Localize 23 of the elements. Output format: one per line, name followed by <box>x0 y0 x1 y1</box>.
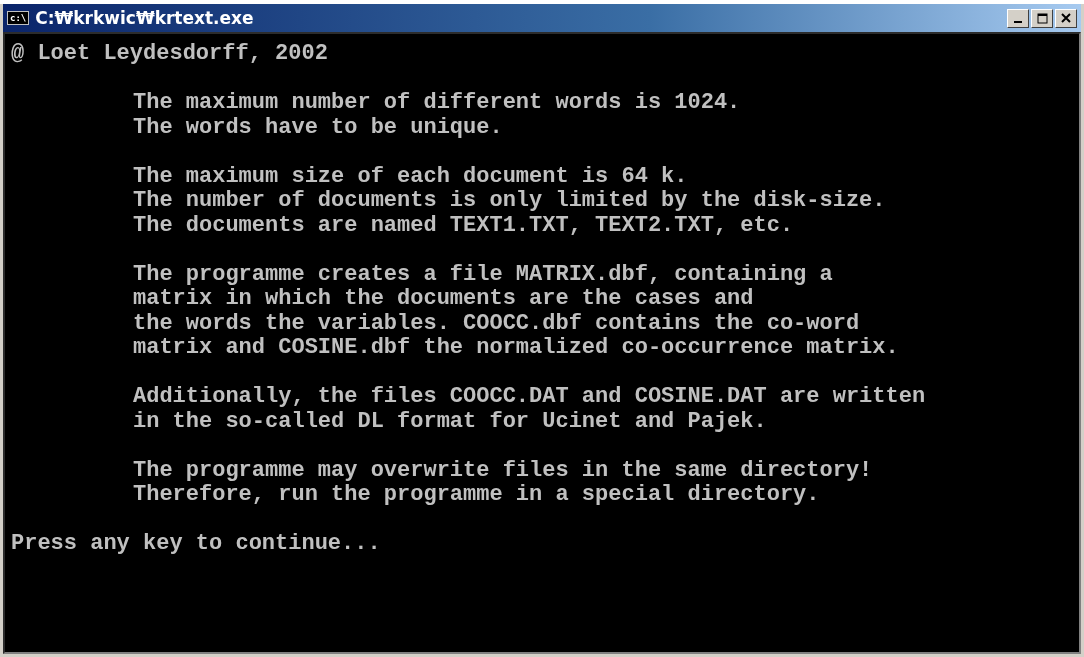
console-line: The words have to be unique. <box>133 115 503 140</box>
minimize-button[interactable] <box>1007 8 1029 28</box>
maximize-button[interactable] <box>1031 8 1053 28</box>
console-line: The number of documents is only limited by the disk-size. <box>133 189 886 214</box>
console-line: The programme creates a file MATRIX.dbf, containing a <box>133 262 833 287</box>
console-line: The documents are named TEXT1.TXT, TEXT2.TXT, etc. <box>133 213 794 238</box>
console-icon: c:\ <box>7 11 30 25</box>
console-line: The programme may overwrite files in the same directory! <box>133 458 873 483</box>
console-line: Additionally, the files COOCC.DAT and COSINE.DAT are written <box>133 385 926 410</box>
console-line: The maximum number of different words is 1024. <box>133 91 741 116</box>
console-line: matrix in which the documents are the cases and <box>133 287 754 312</box>
console-line: matrix and COSINE.dbf the normalized co-occurrence matrix. <box>133 336 899 361</box>
minimize-icon <box>1014 21 1022 23</box>
console-line: Therefore, run the programme in a special directory. <box>133 483 820 508</box>
close-icon <box>1061 13 1071 23</box>
console-line: the words the variables. COOCC.dbf contains the co-word <box>133 311 860 336</box>
console-line: @ Loet Leydesdorff, 2002 <box>11 42 328 67</box>
window-title: C:₩krkwic₩krtext.exe <box>35 8 255 28</box>
console-line: in the so-called DL format for Ucinet and Pajek. <box>133 409 767 434</box>
console-line: The maximum size of each document is 64 k. <box>133 164 688 189</box>
maximize-icon <box>1036 12 1048 24</box>
console-line: Press any key to continue... <box>11 532 381 557</box>
close-button[interactable] <box>1055 8 1077 28</box>
